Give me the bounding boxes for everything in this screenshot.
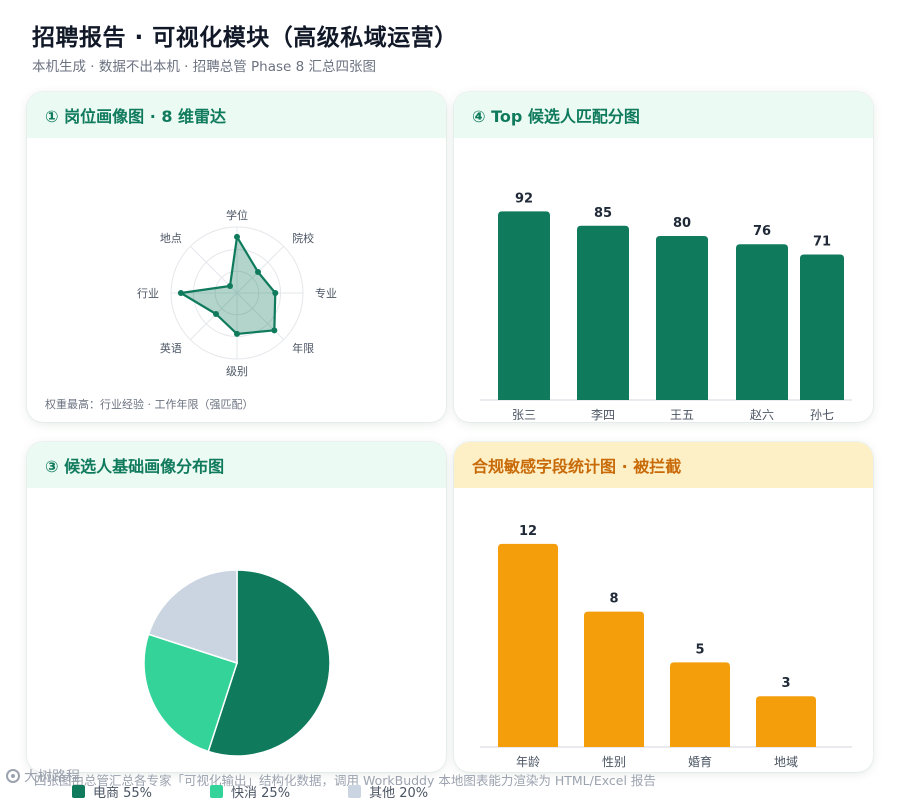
legend-label: 电商 55% <box>93 786 153 801</box>
category-label: 年龄 <box>516 755 540 769</box>
category-label: 性别 <box>602 755 626 769</box>
category-label: 王五 <box>670 408 694 422</box>
pie-legend: 电商 55% 快消 25% 其他 20% <box>72 782 486 801</box>
bar <box>656 236 708 400</box>
legend-item-fmcg: 快消 25% <box>210 782 290 801</box>
bar <box>670 662 730 747</box>
legend-item-ecommerce: 电商 55% <box>72 782 152 801</box>
radar-point <box>226 282 233 289</box>
radar-card: ① 岗位画像图 · 8 维雷达 学位院校专业年限级别 英语 行业 地点 权重最高：行业… <box>27 92 446 422</box>
radar-axis-label: 学位 <box>226 208 248 222</box>
sensitive-fields-chart: 12 年龄 8 性别 5 婚育 3 地域 <box>480 524 852 769</box>
top-candidates-chart: 92 张三 85 李四 80 王五 76 赵六 71 孙七 <box>480 191 852 422</box>
legend-swatch <box>72 785 85 798</box>
legend-item-other: 其他 20% <box>348 782 428 801</box>
bar <box>498 211 550 400</box>
bar <box>498 543 558 747</box>
radar-point <box>234 330 240 337</box>
bar <box>577 225 629 400</box>
radar-axis-label: 地点 <box>160 232 182 245</box>
sensitive-fields-card-title: 合规敏感字段统计图 · 被拦截 <box>454 442 873 488</box>
candidate-profile-card-title: ③ 候选人基础画像分布图 <box>27 442 446 488</box>
category-label: 婚育 <box>688 754 712 769</box>
radar-note: 权重最高：行业经验 · 工作年限（强匹配） <box>45 398 254 411</box>
page-title: 招聘报告 · 可视化模块（高级私域运营） <box>32 25 458 51</box>
bar <box>756 696 816 747</box>
radar-point <box>212 311 219 318</box>
bar-value-label: 76 <box>753 224 771 239</box>
legend-swatch <box>348 785 362 798</box>
legend-label: 快消 25% <box>231 786 291 801</box>
bar-value-label: 71 <box>813 234 831 249</box>
bar-value-label: 12 <box>519 524 537 539</box>
bar <box>800 254 844 400</box>
watermark: 大树路程 <box>6 766 80 786</box>
page-subtitle: 本机生成 · 数据不出本机 · 招聘总管 Phase 8 汇总四张图 <box>32 59 377 75</box>
radar-point <box>177 290 184 296</box>
radar-point <box>271 327 278 334</box>
radar-point <box>255 268 262 275</box>
bar-value-label: 8 <box>609 592 618 607</box>
candidate-profile-card: ③ 候选人基础画像分布图 <box>27 442 446 772</box>
category-label: 地域 <box>774 755 798 769</box>
category-label: 孙七 <box>810 408 834 422</box>
legend-label: 其他 20% <box>369 786 429 801</box>
top-candidates-card-title: ④ Top 候选人匹配分图 <box>454 92 873 138</box>
category-label: 李四 <box>591 407 615 422</box>
radar-chart: 学位院校专业年限级别 英语 行业 地点 <box>137 208 337 378</box>
legend-swatch <box>210 785 224 798</box>
bar-value-label: 5 <box>695 642 704 657</box>
radar-axis-label: 年限 <box>292 341 314 355</box>
sensitive-fields-card: 合规敏感字段统计图 · 被拦截 12 年龄 8 性别 5 婚育 3 地域 <box>454 442 873 772</box>
radar-axis-label: 英语 <box>160 341 182 355</box>
radar-point <box>234 233 240 240</box>
bar-value-label: 92 <box>515 191 533 206</box>
top-candidates-card: ④ Top 候选人匹配分图 92 张三 85 李四 80 王五 76 赵六 71 孙七 <box>454 92 873 422</box>
bar <box>584 611 644 747</box>
radar-axis-label: 专业 <box>315 286 337 300</box>
candidate-profile-pie <box>143 569 331 757</box>
category-label: 张三 <box>512 408 536 422</box>
bar-value-label: 80 <box>673 216 691 231</box>
bar-value-label: 3 <box>781 676 790 691</box>
radar-card-title: ① 岗位画像图 · 8 维雷达 <box>27 92 446 138</box>
watermark-logo-icon <box>6 769 20 783</box>
radar-axis-label: 院校 <box>292 231 314 245</box>
radar-axis-label: 级别 <box>226 365 248 378</box>
bar <box>736 244 788 400</box>
radar-point <box>272 290 279 296</box>
category-label: 赵六 <box>750 408 774 422</box>
radar-axis-label: 行业 <box>137 287 159 300</box>
bar-value-label: 85 <box>594 206 612 221</box>
